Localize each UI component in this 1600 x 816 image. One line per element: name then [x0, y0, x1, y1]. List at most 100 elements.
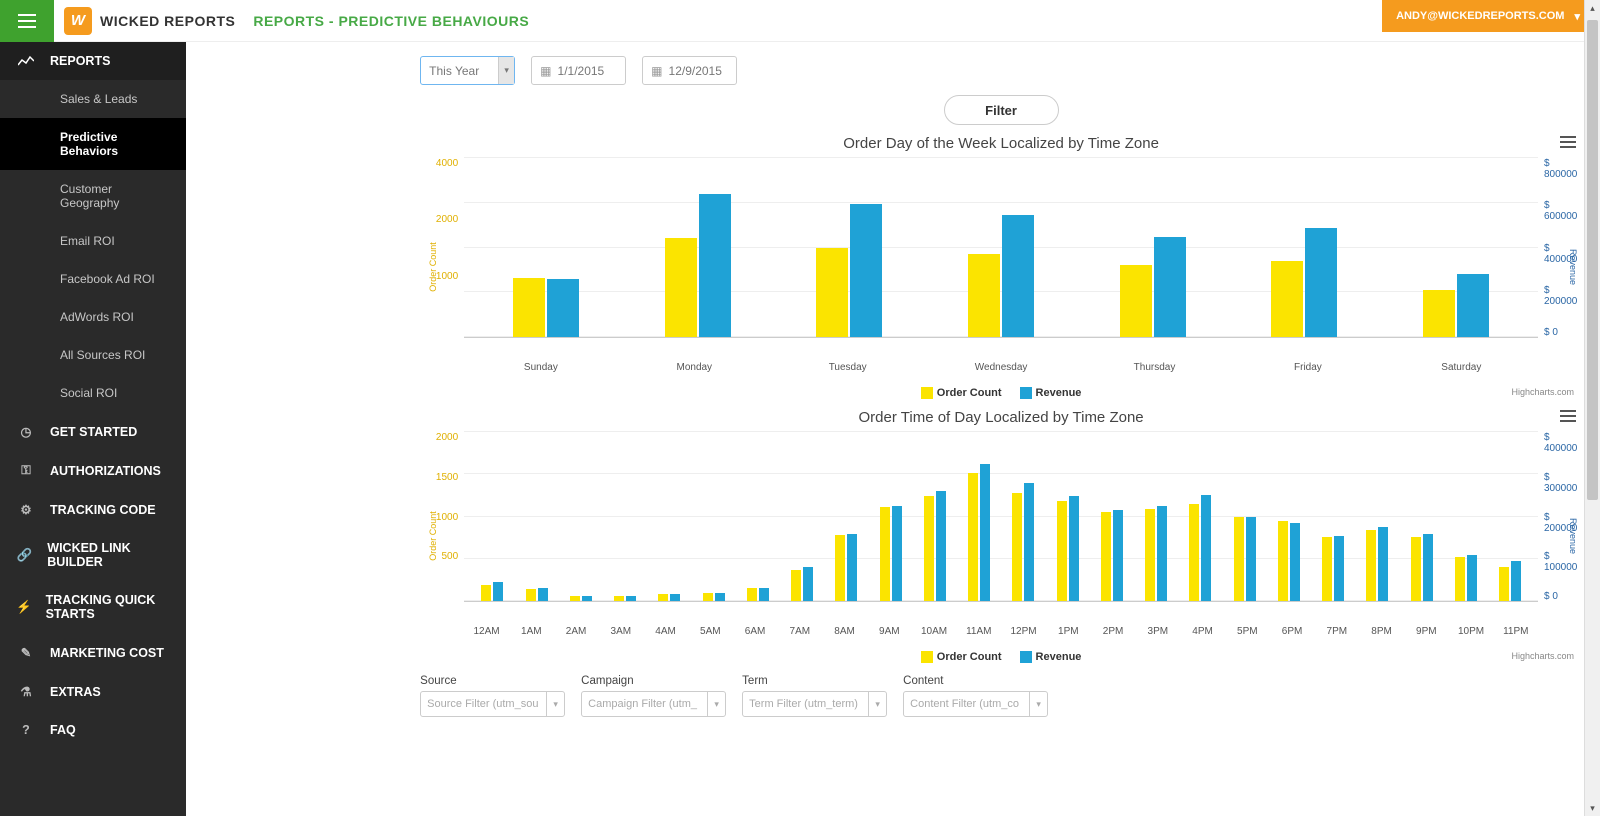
revenue-bar[interactable] [1467, 555, 1477, 601]
order-count-bar[interactable] [1278, 521, 1288, 601]
revenue-bar[interactable] [626, 596, 636, 601]
revenue-bar[interactable] [759, 588, 769, 601]
order-count-bar[interactable] [1455, 557, 1465, 601]
order-count-bar[interactable] [968, 254, 1000, 337]
order-count-bar[interactable] [1423, 290, 1455, 337]
order-count-bar[interactable] [816, 248, 848, 337]
revenue-bar[interactable] [980, 464, 990, 601]
sidebar-item-social-roi[interactable]: Social ROI [0, 374, 186, 412]
revenue-bar[interactable] [1024, 483, 1034, 601]
sidebar-item-predictive-behaviors[interactable]: Predictive Behaviors [0, 118, 186, 170]
order-count-bar[interactable] [1189, 504, 1199, 601]
order-count-bar[interactable] [1120, 265, 1152, 337]
order-count-bar[interactable] [1271, 261, 1303, 337]
order-count-bar[interactable] [614, 596, 624, 601]
revenue-bar[interactable] [547, 279, 579, 337]
campaign-filter-input[interactable]: Campaign Filter (utm_▾ [581, 691, 726, 717]
order-count-bar[interactable] [703, 593, 713, 601]
revenue-bar[interactable] [1290, 523, 1300, 601]
sidebar-item-facebook-ad-roi[interactable]: Facebook Ad ROI [0, 260, 186, 298]
order-count-bar[interactable] [1145, 509, 1155, 601]
order-count-bar[interactable] [1322, 537, 1332, 601]
revenue-bar[interactable] [715, 593, 725, 601]
highcharts-credit[interactable]: Highcharts.com [1511, 651, 1574, 661]
revenue-bar[interactable] [538, 588, 548, 601]
revenue-bar[interactable] [850, 204, 882, 337]
order-count-bar[interactable] [1366, 530, 1376, 601]
revenue-bar[interactable] [1201, 495, 1211, 601]
legend-item-order-count[interactable]: Order Count [921, 651, 1002, 663]
sidebar-item-customer-geography[interactable]: Customer Geography [0, 170, 186, 222]
order-count-bar[interactable] [880, 507, 890, 601]
order-count-bar[interactable] [513, 278, 545, 337]
order-count-bar[interactable] [747, 588, 757, 601]
order-count-bar[interactable] [1499, 567, 1509, 601]
sidebar-item-marketing-cost[interactable]: ✎MARKETING COST [0, 633, 186, 672]
content-filter-input[interactable]: Content Filter (utm_co▾ [903, 691, 1048, 717]
sidebar-item-get-started[interactable]: ◷GET STARTED [0, 412, 186, 451]
legend-item-revenue[interactable]: Revenue [1020, 651, 1082, 663]
scroll-thumb[interactable] [1587, 20, 1598, 500]
order-count-bar[interactable] [791, 570, 801, 601]
order-count-bar[interactable] [526, 589, 536, 601]
revenue-bar[interactable] [1334, 536, 1344, 601]
revenue-bar[interactable] [1113, 510, 1123, 601]
revenue-bar[interactable] [1457, 274, 1489, 337]
revenue-bar[interactable] [936, 491, 946, 601]
order-count-bar[interactable] [924, 496, 934, 601]
vertical-scrollbar[interactable]: ▴ ▾ [1584, 0, 1600, 816]
term-filter-input[interactable]: Term Filter (utm_term)▾ [742, 691, 887, 717]
order-count-bar[interactable] [1012, 493, 1022, 601]
revenue-bar[interactable] [847, 534, 857, 602]
revenue-bar[interactable] [493, 582, 503, 601]
revenue-bar[interactable] [1002, 215, 1034, 337]
order-count-bar[interactable] [481, 585, 491, 601]
sidebar-item-tracking-code[interactable]: ⚙TRACKING CODE [0, 490, 186, 529]
order-count-bar[interactable] [1101, 512, 1111, 602]
start-date-input[interactable]: ▦ 1/1/2015 [531, 56, 626, 85]
sidebar-item-authorizations[interactable]: ⚿AUTHORIZATIONS [0, 451, 186, 490]
sidebar-item-reports[interactable]: REPORTS [0, 42, 186, 80]
highcharts-credit[interactable]: Highcharts.com [1511, 387, 1574, 397]
order-count-bar[interactable] [1411, 537, 1421, 601]
sidebar-item-tracking-quick-starts[interactable]: ⚡TRACKING QUICK STARTS [0, 581, 186, 633]
revenue-bar[interactable] [1423, 534, 1433, 602]
filter-button[interactable]: Filter [944, 95, 1059, 125]
revenue-bar[interactable] [1154, 237, 1186, 337]
revenue-bar[interactable] [582, 596, 592, 601]
user-menu[interactable]: ANDY@WICKEDREPORTS.COM ▾ [1382, 0, 1594, 32]
sidebar-item-adwords-roi[interactable]: AdWords ROI [0, 298, 186, 336]
revenue-bar[interactable] [1157, 506, 1167, 601]
chart-menu-icon[interactable] [1560, 135, 1576, 154]
revenue-bar[interactable] [1246, 517, 1256, 602]
sidebar-item-faq[interactable]: ?FAQ [0, 711, 186, 749]
order-count-bar[interactable] [665, 238, 697, 337]
order-count-bar[interactable] [1057, 501, 1067, 601]
revenue-bar[interactable] [892, 506, 902, 601]
revenue-bar[interactable] [803, 567, 813, 601]
order-count-bar[interactable] [570, 596, 580, 601]
revenue-bar[interactable] [699, 194, 731, 337]
sidebar-item-all-sources-roi[interactable]: All Sources ROI [0, 336, 186, 374]
hamburger-menu[interactable] [0, 0, 54, 42]
sidebar-item-sales-leads[interactable]: Sales & Leads [0, 80, 186, 118]
order-count-bar[interactable] [658, 594, 668, 601]
revenue-bar[interactable] [670, 594, 680, 602]
revenue-bar[interactable] [1378, 527, 1388, 601]
source-filter-input[interactable]: Source Filter (utm_sou▾ [420, 691, 565, 717]
scroll-up-icon[interactable]: ▴ [1585, 0, 1600, 16]
scroll-down-icon[interactable]: ▾ [1585, 800, 1600, 816]
sidebar-item-extras[interactable]: ⚗EXTRAS [0, 672, 186, 711]
legend-item-revenue[interactable]: Revenue [1020, 387, 1082, 399]
chart-menu-icon[interactable] [1560, 409, 1576, 428]
date-range-select[interactable]: This Year ▾ [420, 56, 515, 85]
order-count-bar[interactable] [968, 473, 978, 601]
revenue-bar[interactable] [1511, 561, 1521, 601]
end-date-input[interactable]: ▦ 12/9/2015 [642, 56, 737, 85]
sidebar-item-wicked-link-builder[interactable]: 🔗WICKED LINK BUILDER [0, 529, 186, 581]
sidebar-item-email-roi[interactable]: Email ROI [0, 222, 186, 260]
order-count-bar[interactable] [1234, 517, 1244, 601]
revenue-bar[interactable] [1069, 496, 1079, 601]
order-count-bar[interactable] [835, 535, 845, 601]
legend-item-order-count[interactable]: Order Count [921, 387, 1002, 399]
